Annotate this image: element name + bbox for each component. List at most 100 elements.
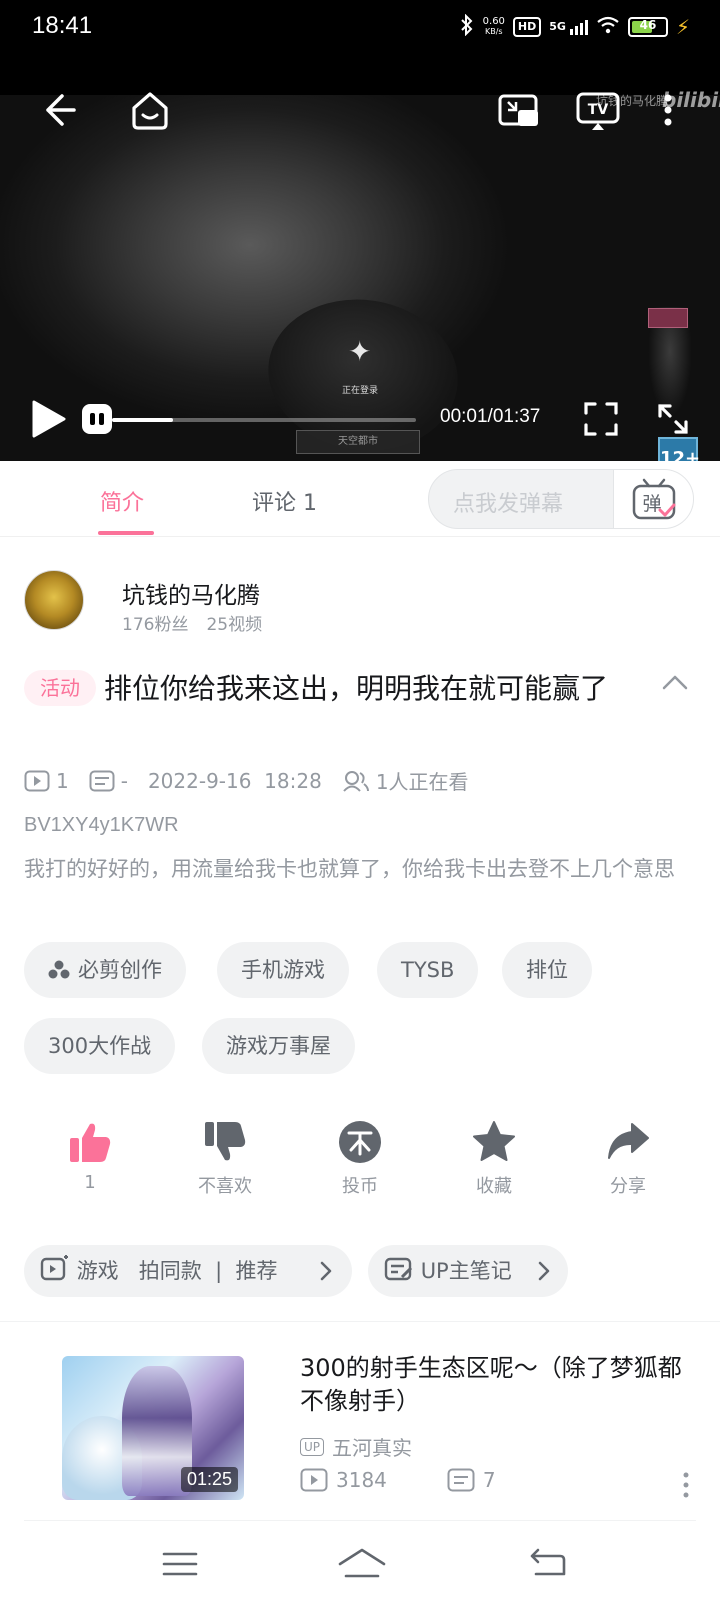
action-bar: 1 不喜欢 投币 收藏 分享 xyxy=(0,1120,720,1210)
video-edit-icon xyxy=(40,1255,68,1281)
coin-button[interactable]: 投币 xyxy=(310,1120,410,1198)
chevron-right-icon xyxy=(320,1261,332,1281)
video-title: 排位你给我来这出，明明我在就可能赢了 xyxy=(104,672,609,705)
video-meta: 1 - 2022-9-16 18:28 1人正在看 xyxy=(24,766,489,795)
wifi-icon xyxy=(596,16,620,38)
nav-home-button[interactable] xyxy=(334,1540,390,1588)
related-uploader: UP 五河真实 xyxy=(300,1432,412,1461)
tab-comments[interactable]: 评论 1 xyxy=(252,485,317,517)
like-count: 1 xyxy=(84,1172,96,1193)
game-chip-label: 游戏 拍同款 | 推荐 xyxy=(76,1259,278,1283)
chevron-up-icon[interactable] xyxy=(660,672,690,692)
avatar[interactable] xyxy=(24,570,84,630)
play-count-icon xyxy=(300,1468,328,1492)
share-label: 分享 xyxy=(610,1176,646,1197)
player-controls: 00:01/01:37 xyxy=(0,396,720,446)
up-notes-label: UP主笔记 xyxy=(420,1259,512,1283)
uploader-card[interactable]: 坑钱的马化腾 176粉丝 25视频 xyxy=(24,570,704,635)
danmaku-count-icon xyxy=(89,770,115,791)
loading-figure-icon: ✦ xyxy=(348,335,372,368)
progress-fill xyxy=(112,418,173,422)
tag-item[interactable]: 游戏万事屋 xyxy=(202,1018,355,1074)
fans-count: 176粉丝 xyxy=(122,615,189,635)
coin-icon xyxy=(339,1121,381,1163)
related-stats: 3184 7 xyxy=(300,1468,556,1492)
play-button[interactable] xyxy=(28,398,68,440)
uploader-stats: 176粉丝 25视频 xyxy=(122,610,280,635)
related-video-card[interactable]: 01:25 300的射手生态区呢～（除了梦狐都不像射手） UP 五河真实 318… xyxy=(24,1352,696,1522)
recents-button[interactable] xyxy=(156,1540,204,1588)
danmaku-meta: - xyxy=(89,769,128,793)
like-button[interactable]: 1 xyxy=(40,1120,140,1193)
video-description: 我打的好好的，用流量给我卡也就算了，你给我卡出去登不上几个意思 xyxy=(24,857,675,881)
system-nav-bar xyxy=(0,1522,720,1605)
related-uploader-name: 五河真实 xyxy=(332,1436,413,1460)
tag-item[interactable]: 300大作战 xyxy=(24,1018,176,1074)
star-icon xyxy=(473,1121,515,1161)
thumbs-up-icon xyxy=(70,1123,111,1162)
watching-meta: 1人正在看 xyxy=(342,766,469,795)
share-button[interactable]: 分享 xyxy=(578,1120,678,1198)
tag-item[interactable]: 手机游戏 xyxy=(217,942,349,998)
up-badge: UP xyxy=(300,1437,325,1456)
notes-icon xyxy=(384,1257,413,1281)
pip-button[interactable] xyxy=(496,88,540,132)
play-count-icon xyxy=(24,770,50,791)
nav-back-button[interactable] xyxy=(524,1540,572,1588)
progress-bar[interactable] xyxy=(112,418,416,422)
up-notes-chip[interactable]: UP主笔记 xyxy=(368,1245,568,1297)
related-more-button[interactable] xyxy=(676,1470,696,1500)
chevron-right-icon xyxy=(538,1261,550,1281)
bijian-icon xyxy=(48,945,70,1001)
videos-count: 25视频 xyxy=(206,615,263,635)
time-display: 00:01/01:37 xyxy=(440,406,541,427)
tag-item[interactable]: 排位 xyxy=(502,942,592,998)
related-plays: 3184 xyxy=(300,1468,387,1492)
battery-icon: 46 xyxy=(627,17,668,37)
fullscreen-fit-button[interactable] xyxy=(584,402,618,436)
video-title-block: 活动 排位你给我来这出，明明我在就可能赢了 xyxy=(24,668,664,710)
publish-date: 2022-9-16 18:28 xyxy=(147,768,322,793)
viewers-icon xyxy=(343,770,369,792)
favorite-button[interactable]: 收藏 xyxy=(444,1120,544,1198)
activity-badge[interactable]: 活动 xyxy=(24,670,96,706)
hd-icon: HD xyxy=(512,17,542,37)
bvid[interactable]: BV1XY4y1K7WR xyxy=(24,814,179,837)
coin-label: 投币 xyxy=(342,1176,378,1197)
home-button[interactable] xyxy=(128,88,172,132)
dislike-label: 不喜欢 xyxy=(198,1176,252,1197)
bluetooth-icon xyxy=(459,13,475,40)
related-thumbnail[interactable]: 01:25 xyxy=(62,1356,244,1500)
danmaku-button-glyph: 弹 xyxy=(642,493,661,515)
net-speed: 0.60 KB/s xyxy=(482,16,505,37)
thumbs-down-icon xyxy=(205,1122,246,1161)
progress-thumb[interactable] xyxy=(82,404,112,434)
video-player[interactable]: ✦ 正在登录 天空都市 12+ 18:41 0.60 KB/s HD 5G 46… xyxy=(0,0,720,461)
status-time: 18:41 xyxy=(32,12,93,39)
status-icons: 0.60 KB/s HD 5G 46 ⚡ xyxy=(459,13,690,40)
tag-item[interactable]: 必剪创作 xyxy=(24,942,186,998)
related-title[interactable]: 300的射手生态区呢～（除了梦狐都不像射手） xyxy=(300,1352,696,1418)
danmaku-count-icon xyxy=(447,1468,475,1492)
game-chip[interactable]: 游戏 拍同款 | 推荐 xyxy=(24,1245,352,1297)
more-options-button[interactable] xyxy=(656,88,680,132)
share-icon xyxy=(608,1123,649,1159)
charging-icon: ⚡ xyxy=(675,15,690,39)
video-side-tag xyxy=(648,308,688,328)
status-bar: 18:41 0.60 KB/s HD 5G 46 ⚡ xyxy=(0,0,720,56)
tab-intro[interactable]: 简介 xyxy=(100,485,144,517)
favorite-label: 收藏 xyxy=(476,1176,512,1197)
content-tabs: 简介 评论 1 点我发弹幕 弹 xyxy=(0,461,720,537)
tag-item[interactable]: TYSB xyxy=(377,942,479,998)
dislike-button[interactable]: 不喜欢 xyxy=(175,1120,275,1198)
uploader-name[interactable]: 坑钱的马化腾 xyxy=(122,576,260,610)
signal-icon: 5G xyxy=(549,19,588,35)
divider xyxy=(24,1520,696,1521)
divider xyxy=(0,1321,720,1322)
video-loading-text: 正在登录 xyxy=(341,386,378,396)
video-duration: 01:25 xyxy=(180,1467,238,1492)
danmaku-toggle-button[interactable]: 弹 xyxy=(613,470,693,528)
back-button[interactable] xyxy=(36,88,80,132)
fullscreen-button[interactable] xyxy=(656,402,690,436)
danmaku-input[interactable]: 点我发弹幕 弹 xyxy=(428,469,694,529)
